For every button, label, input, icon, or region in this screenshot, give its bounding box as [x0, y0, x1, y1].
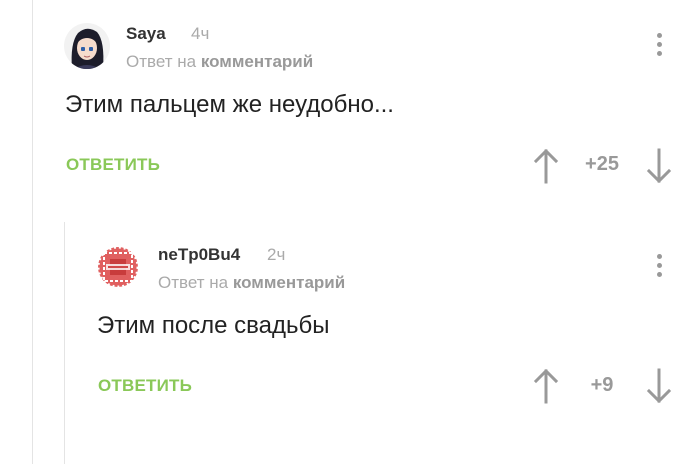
comment-text: Этим пальцем же неудобно...: [65, 91, 394, 118]
avatar[interactable]: [96, 245, 140, 289]
comment-text: Этим после свадьбы: [97, 312, 330, 339]
arrow-down-icon[interactable]: [645, 366, 673, 406]
author-name[interactable]: neTp0Bu4: [158, 245, 240, 265]
reply-to-info: Ответ на комментарий: [158, 273, 345, 293]
reply-button[interactable]: ОТВЕТИТЬ: [66, 155, 160, 175]
avatar[interactable]: [64, 23, 110, 69]
arrow-down-icon[interactable]: [645, 146, 673, 186]
author-name[interactable]: Saya: [126, 24, 166, 44]
reply-to-link[interactable]: комментарий: [233, 273, 345, 292]
rating-count: +25: [585, 153, 619, 175]
reply-to-info: Ответ на комментарий: [126, 52, 313, 72]
timestamp[interactable]: 2ч: [267, 245, 285, 265]
thread-line-inner: [64, 222, 65, 464]
rating-count: +9: [590, 374, 614, 396]
comment-menu-button[interactable]: [654, 251, 664, 285]
arrow-up-icon[interactable]: [532, 146, 560, 186]
comment-menu-button[interactable]: [654, 30, 664, 64]
arrow-up-icon[interactable]: [532, 366, 560, 406]
more-vertical-icon: [656, 33, 662, 38]
red-pattern-avatar-icon: [96, 245, 140, 289]
reply-to-prefix: Ответ на: [158, 273, 229, 292]
reply-to-link[interactable]: комментарий: [201, 52, 313, 71]
reply-button[interactable]: ОТВЕТИТЬ: [98, 376, 192, 396]
timestamp[interactable]: 4ч: [191, 24, 209, 44]
anime-girl-avatar-icon: [64, 23, 110, 69]
more-vertical-icon: [656, 254, 662, 259]
thread-line-outer: [32, 0, 33, 464]
reply-to-prefix: Ответ на: [126, 52, 197, 71]
